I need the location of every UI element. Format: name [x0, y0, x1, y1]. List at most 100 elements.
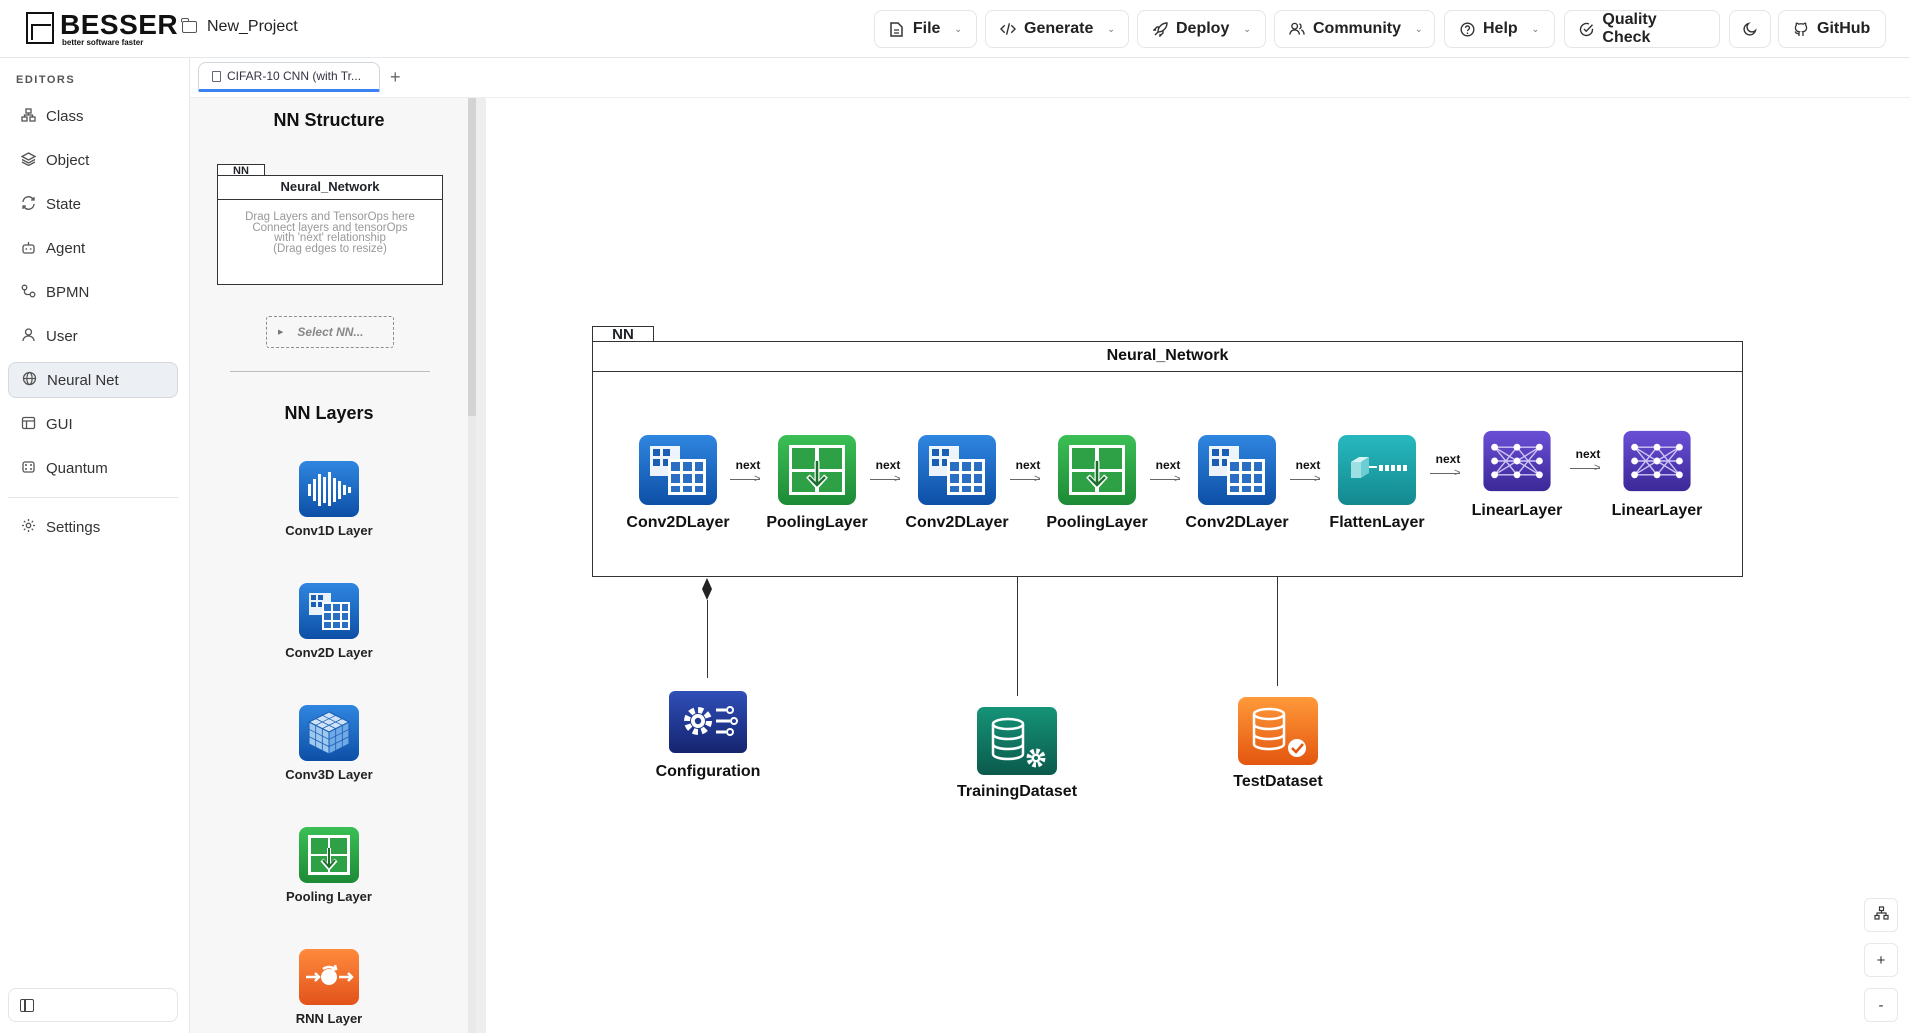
test-dataset-node[interactable] [1237, 696, 1319, 766]
sidebar-item-bpmn[interactable]: BPMN [8, 274, 178, 310]
chevron-down-icon: ⌄ [1531, 23, 1540, 34]
chevron-down-icon: ⌄ [954, 23, 962, 34]
deploy-menu-label: Deploy [1176, 20, 1230, 37]
layer-node-label: PoolingLayer [766, 514, 868, 531]
sidebar-item-class[interactable]: Class [8, 98, 178, 134]
layer-node-pooling-1[interactable]: PoolingLayer [747, 434, 887, 534]
github-button[interactable]: GitHub [1778, 10, 1886, 48]
refresh-icon [20, 195, 36, 213]
configuration-node[interactable] [668, 690, 748, 754]
help-menu-button[interactable]: Help ⌄ [1444, 10, 1555, 48]
test-dataset-edge[interactable] [1277, 577, 1278, 686]
layer-node-conv2d-3[interactable]: Conv2DLayer [1167, 434, 1307, 534]
nn-container-template[interactable]: NN Neural_Network Drag Layers and Tensor… [217, 164, 443, 285]
training-dataset-node[interactable] [976, 706, 1058, 776]
editors-sidebar: EDITORS Class Object State Agent BPMN Us [0, 58, 190, 1033]
layer-node-pooling-2[interactable]: PoolingLayer [1027, 434, 1167, 534]
layer-node-label: Conv2DLayer [626, 514, 730, 531]
conv2d-icon [1197, 434, 1277, 506]
sidebar-item-gui[interactable]: GUI [8, 406, 178, 442]
besser-logo[interactable]: BESSER better software faster [26, 10, 178, 48]
edge-label: next [1015, 458, 1041, 472]
select-nn-dropdown[interactable]: ▶ Select NN... [266, 316, 394, 348]
collapse-sidebar-button[interactable] [8, 988, 178, 1022]
layer-node-flatten[interactable]: FlattenLayer [1307, 434, 1447, 534]
palette-rnn-layer[interactable]: RNN Layer [190, 948, 468, 1030]
nn-layers-title: NN Layers [284, 403, 374, 423]
layer-node-linear-1[interactable]: LinearLayer [1447, 430, 1587, 524]
nn-container-title[interactable]: Neural_Network [593, 342, 1742, 372]
moon-icon [1742, 21, 1758, 37]
layers-icon [20, 151, 36, 169]
quality-check-label: Quality Check [1602, 11, 1657, 46]
generate-menu-button[interactable]: Generate ⌄ [985, 10, 1129, 48]
next-edge[interactable]: next > [730, 458, 766, 488]
flatten-icon [1337, 434, 1417, 506]
theme-toggle-button[interactable] [1729, 10, 1771, 48]
globe-icon [21, 371, 37, 389]
community-menu-button[interactable]: Community ⌄ [1274, 10, 1435, 48]
sidebar-item-label: GUI [46, 415, 73, 433]
add-tab-button[interactable]: + [390, 68, 401, 86]
nn-template-box: Neural_Network Drag Layers and TensorOps… [217, 175, 443, 285]
zoom-in-button[interactable]: + [1864, 943, 1898, 977]
sidebar-item-label: BPMN [46, 283, 90, 301]
conv2d-icon [299, 583, 359, 639]
palette-scrollbar[interactable] [468, 98, 476, 1033]
palette-conv3d-layer[interactable]: Conv3D Layer [190, 704, 468, 786]
file-menu-button[interactable]: File ⌄ [874, 10, 977, 48]
configuration-label: Configuration [655, 763, 761, 780]
deploy-menu-button[interactable]: Deploy ⌄ [1137, 10, 1266, 48]
arrowhead-icon: > [894, 473, 901, 485]
test-dataset-icon [1238, 697, 1318, 765]
layer-node-linear-2[interactable]: LinearLayer [1587, 430, 1727, 524]
atom-icon [20, 460, 36, 477]
help-menu-label: Help [1483, 20, 1518, 37]
auto-layout-button[interactable] [1864, 898, 1898, 932]
zoom-out-button[interactable]: - [1864, 988, 1898, 1022]
sidebar-item-settings[interactable]: Settings [8, 509, 178, 545]
sidebar-item-agent[interactable]: Agent [8, 230, 178, 266]
linear-icon [1617, 430, 1697, 492]
edge-label: next [735, 458, 761, 472]
arrowhead-icon: > [1034, 473, 1041, 485]
palette-item-label: Conv1D Layer [285, 523, 373, 538]
next-edge[interactable]: next > [1010, 458, 1046, 488]
training-dataset-edge[interactable] [1017, 577, 1018, 696]
sidebar-item-quantum[interactable]: Quantum [8, 450, 178, 486]
next-edge[interactable]: next > [1570, 447, 1606, 477]
sidebar-item-state[interactable]: State [8, 186, 178, 222]
edge-label: next [875, 458, 901, 472]
next-edge[interactable]: next > [1430, 452, 1466, 482]
sidebar-item-label: Settings [46, 518, 101, 536]
layer-node-conv2d-2[interactable]: Conv2DLayer [887, 434, 1027, 534]
edge-label: next [1155, 458, 1181, 472]
composition-edge[interactable] [707, 600, 708, 678]
palette-item-label: Pooling Layer [286, 889, 372, 904]
sidebar-item-neural-net[interactable]: Neural Net [8, 362, 178, 398]
palette-item-label: Conv3D Layer [285, 767, 373, 782]
quality-check-button[interactable]: Quality Check [1564, 10, 1720, 48]
training-dataset-label: TrainingDataset [956, 783, 1078, 800]
palette-pooling-layer[interactable]: Pooling Layer [190, 826, 468, 908]
next-edge[interactable]: next > [1150, 458, 1186, 488]
hint-line: Drag Layers and TensorOps here [245, 211, 415, 223]
folder-icon [181, 18, 197, 33]
project-name[interactable]: New_Project [181, 18, 298, 36]
palette-conv2d-layer[interactable]: Conv2D Layer [190, 582, 468, 664]
nn-template-title: Neural_Network [218, 176, 442, 200]
palette-conv1d-layer[interactable]: Conv1D Layer [190, 460, 468, 542]
next-edge[interactable]: next > [1290, 458, 1326, 488]
tab-label: CIFAR-10 CNN (with Tr... [227, 69, 362, 83]
conv2d-icon [638, 434, 718, 506]
palette-scroll-thumb[interactable] [468, 98, 476, 416]
pooling-icon [777, 434, 857, 506]
tab-cifar10-cnn[interactable]: CIFAR-10 CNN (with Tr... [198, 62, 380, 92]
layer-node-conv2d-1[interactable]: Conv2DLayer [608, 434, 748, 534]
sidebar-item-user[interactable]: User [8, 318, 178, 354]
chevron-down-icon: ⌄ [1243, 23, 1251, 34]
hint-line: with 'next' relationship [274, 232, 386, 244]
edge-label: next [1435, 452, 1461, 466]
sidebar-item-object[interactable]: Object [8, 142, 178, 178]
next-edge[interactable]: next > [870, 458, 906, 488]
